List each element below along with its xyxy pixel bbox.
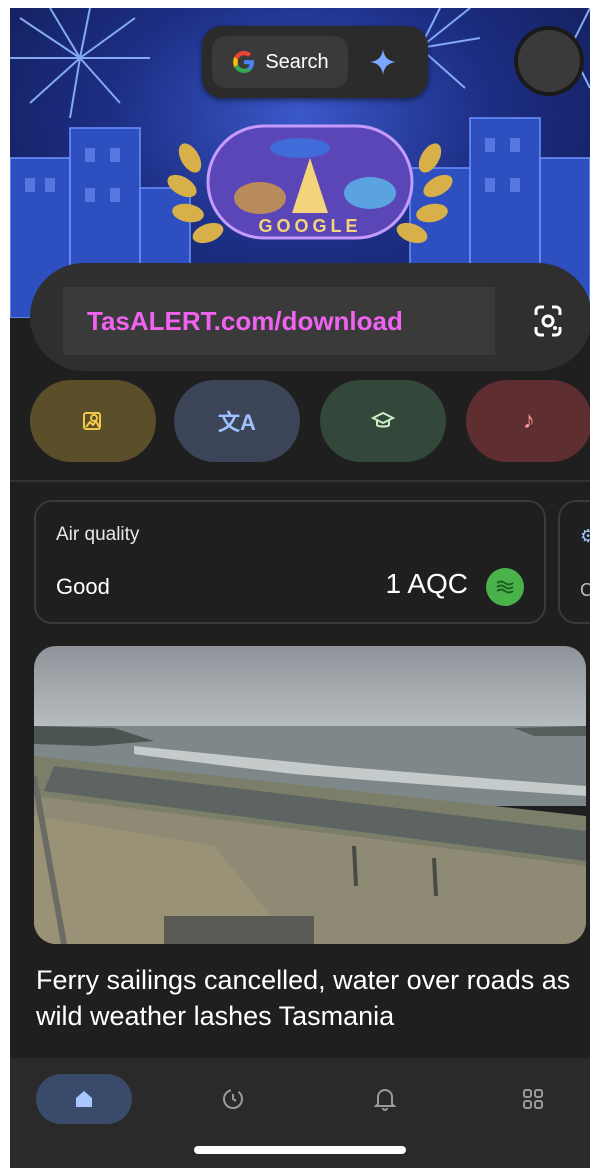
search-input[interactable]: TasALERT.com/download (63, 287, 495, 355)
translate-chip[interactable]: 文A (174, 380, 300, 462)
nav-apps-button[interactable] (498, 1074, 568, 1124)
gemini-sparkle-icon[interactable] (368, 47, 398, 77)
homework-chip[interactable] (320, 380, 446, 462)
air-quality-title: Air quality (56, 524, 140, 545)
next-card-text: Cu (580, 580, 590, 600)
apps-icon (523, 1089, 543, 1109)
news-image[interactable] (34, 646, 586, 944)
translate-icon: 文A (218, 410, 256, 435)
news-headline[interactable]: Ferry sailings cancelled, water over roa… (36, 962, 586, 1034)
activity-icon (223, 1089, 243, 1109)
homework-cap-icon (371, 411, 395, 428)
home-icon (76, 1091, 92, 1107)
search-switcher: Search (202, 26, 428, 98)
section-divider (10, 480, 590, 482)
settings-icon: ⚙ (580, 526, 590, 546)
air-quality-card[interactable]: Air quality Good 1 AQC (34, 500, 546, 624)
search-input-value: TasALERT.com/download (87, 305, 403, 336)
search-bar[interactable]: TasALERT.com/download (30, 263, 590, 371)
phone-screen: GOOGLE Search TasALERT.com/download 文A ♪… (10, 8, 590, 1168)
account-avatar[interactable] (518, 30, 580, 92)
search-tab-button[interactable]: Search (212, 36, 348, 88)
air-quality-value: 1 AQC (385, 568, 468, 599)
search-tab-label: Search (265, 50, 329, 73)
image-search-chip[interactable] (30, 380, 156, 462)
notifications-icon (373, 1089, 397, 1111)
doodle-wordmark: GOOGLE (258, 216, 362, 236)
google-lens-icon[interactable] (530, 303, 566, 339)
nav-activity-button[interactable] (198, 1074, 268, 1124)
song-search-chip[interactable]: ♪ (466, 380, 590, 462)
google-g-icon (233, 51, 255, 73)
air-quality-wind-icon (486, 568, 524, 606)
music-note-icon: ♪ (523, 407, 535, 434)
nav-home-button[interactable] (36, 1074, 132, 1124)
image-search-icon (83, 412, 101, 430)
nav-notifications-button[interactable] (350, 1074, 420, 1124)
next-info-card[interactable]: ⚙ Cu (558, 500, 590, 624)
home-indicator[interactable] (194, 1146, 406, 1154)
air-quality-status: Good (56, 574, 110, 599)
